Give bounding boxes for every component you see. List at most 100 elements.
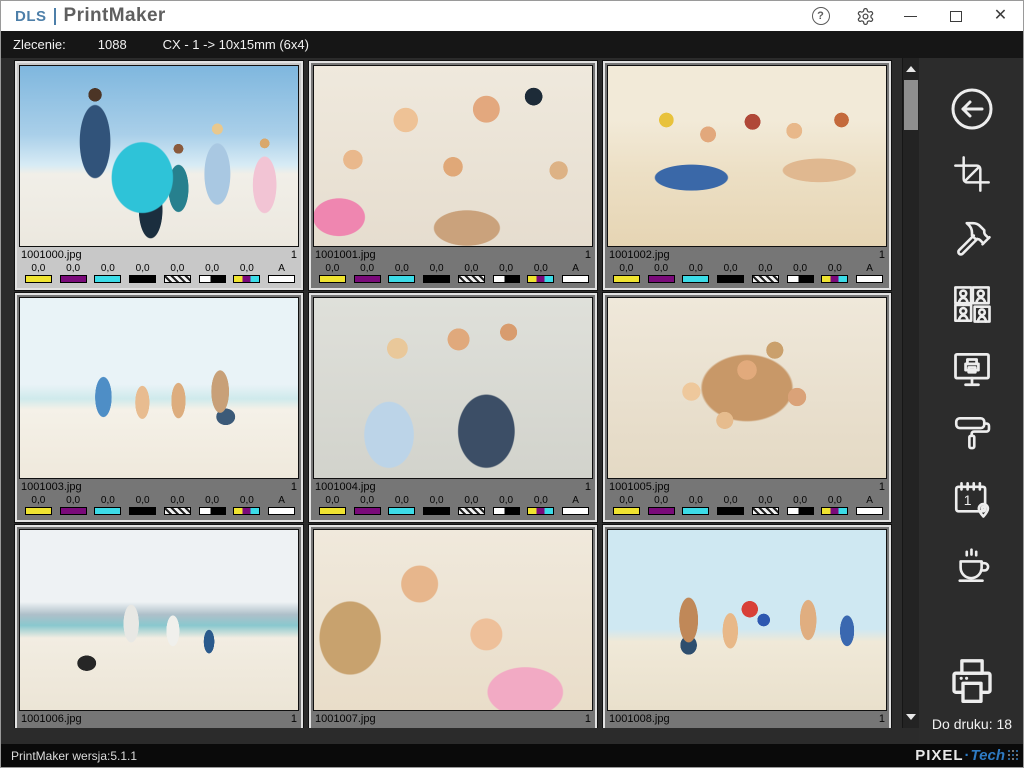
minimize-button[interactable] xyxy=(888,1,933,31)
photo-cell[interactable]: 1001008.jpg 1 0,00,00,00,00,00,00,0A xyxy=(603,525,891,728)
calendar-pin-icon: 1 xyxy=(951,478,993,520)
photo-thumbnail[interactable] xyxy=(19,529,299,711)
logo-dash: · xyxy=(965,747,970,764)
channel-value: 0,0 xyxy=(350,494,385,506)
crop-button[interactable] xyxy=(940,147,1004,201)
photo-cell[interactable]: 1001002.jpg 1 0,00,00,00,00,00,00,0A xyxy=(603,61,891,290)
photo-thumbnail[interactable] xyxy=(313,297,593,479)
help-icon: ? xyxy=(812,7,830,25)
photo-thumbnail[interactable] xyxy=(313,65,593,247)
channel-value: 0,0 xyxy=(748,262,783,274)
channel-value: 0,0 xyxy=(195,262,230,274)
app-logo: DLS PrintMaker xyxy=(1,5,166,27)
channel-value: 0,0 xyxy=(385,494,420,506)
calendar-day-badge: 1 xyxy=(964,492,972,508)
photo-grid: 1001000.jpg 1 0,00,00,00,00,00,00,0A 100… xyxy=(1,58,902,728)
photo-caption: 1001004.jpg 1 xyxy=(313,479,593,494)
scrollbar-thumb[interactable] xyxy=(904,80,918,130)
scroll-down-button[interactable] xyxy=(903,708,919,726)
print-preview-button[interactable] xyxy=(940,342,1004,396)
thumbnail-viewport: 1001000.jpg 1 0,00,00,00,00,00,00,0A 100… xyxy=(1,58,902,728)
channel-value: 0,0 xyxy=(818,262,853,274)
back-button[interactable] xyxy=(940,82,1004,136)
photo-filename: 1001003.jpg xyxy=(21,481,291,493)
channel-bar-bw xyxy=(787,507,814,515)
job-label: Zlecenie: xyxy=(13,37,66,52)
channel-bar-hatch xyxy=(458,275,485,283)
channel-values: 0,00,00,00,00,00,00,0A xyxy=(19,262,299,274)
channel-values: 0,00,00,00,00,00,00,0A xyxy=(313,726,593,728)
settings-button[interactable] xyxy=(843,1,888,31)
job-bar: Zlecenie: 1088 CX - 1 -> 10x15mm (6x4) xyxy=(1,31,1023,58)
channel-bar-yellow xyxy=(319,275,346,283)
channel-bars xyxy=(19,506,299,516)
calendar-button[interactable]: 1 xyxy=(940,472,1004,526)
help-button[interactable]: ? xyxy=(798,1,843,31)
channel-value: 0,0 xyxy=(350,726,385,728)
job-number: 1088 xyxy=(98,37,127,52)
photo-thumbnail[interactable] xyxy=(19,297,299,479)
maximize-icon xyxy=(950,11,962,22)
photo-copy-count: 1 xyxy=(585,481,591,493)
photo-cell[interactable]: 1001005.jpg 1 0,00,00,00,00,00,00,0A xyxy=(603,293,891,522)
channel-bar-black xyxy=(717,275,744,283)
printmaker-window: DLS PrintMaker ? ✕ xyxy=(0,0,1024,768)
channel-value: 0,0 xyxy=(160,494,195,506)
channel-bar-cyan xyxy=(388,275,415,283)
channel-bar-auto xyxy=(562,275,589,283)
print-queue-button[interactable]: Do druku: 18 xyxy=(919,654,1024,732)
photo-cell[interactable]: 1001001.jpg 1 0,00,00,00,00,00,00,0A xyxy=(309,61,597,290)
channel-bar-auto xyxy=(268,275,295,283)
channel-bar-ymc xyxy=(821,507,848,515)
channel-value: 0,0 xyxy=(315,262,350,274)
photo-copy-count: 1 xyxy=(291,249,297,261)
channel-bar-cyan xyxy=(682,275,709,283)
channel-bar-bw xyxy=(199,275,226,283)
channel-value: 0,0 xyxy=(524,726,559,728)
channel-values: 0,00,00,00,00,00,00,0A xyxy=(607,494,887,506)
background-button[interactable] xyxy=(940,407,1004,461)
channel-value: 0,0 xyxy=(91,726,126,728)
arrow-left-circle-icon xyxy=(948,85,996,133)
channel-value: 0,0 xyxy=(489,262,524,274)
scroll-up-button[interactable] xyxy=(903,60,919,78)
channel-value: A xyxy=(558,262,593,274)
photo-cell[interactable]: 1001003.jpg 1 0,00,00,00,00,00,00,0A xyxy=(15,293,303,522)
channel-value: 0,0 xyxy=(315,494,350,506)
channel-value: 0,0 xyxy=(91,494,126,506)
channel-value: 0,0 xyxy=(524,494,559,506)
channel-bar-ymc xyxy=(233,275,260,283)
maximize-button[interactable] xyxy=(933,1,978,31)
photo-copy-count: 1 xyxy=(879,481,885,493)
channel-bar-hatch xyxy=(164,275,191,283)
channel-value: A xyxy=(264,262,299,274)
photo-copy-count: 1 xyxy=(585,713,591,725)
channel-bar-yellow xyxy=(613,507,640,515)
photo-thumbnail[interactable] xyxy=(313,529,593,711)
channel-value: 0,0 xyxy=(644,494,679,506)
vertical-scrollbar[interactable] xyxy=(902,58,919,728)
photo-thumbnail[interactable] xyxy=(607,297,887,479)
window-controls: ? ✕ xyxy=(798,1,1023,31)
photo-cell[interactable]: 1001007.jpg 1 0,00,00,00,00,00,00,0A xyxy=(309,525,597,728)
channel-bar-black xyxy=(129,507,156,515)
pixel-tech-logo: PIXEL · Tech xyxy=(915,747,1019,764)
channel-value: 0,0 xyxy=(160,726,195,728)
printer-icon xyxy=(945,654,999,708)
channel-value: 0,0 xyxy=(230,494,265,506)
break-button[interactable] xyxy=(940,537,1004,591)
photo-cell[interactable]: 1001004.jpg 1 0,00,00,00,00,00,00,0A xyxy=(309,293,597,522)
channel-bar-auto xyxy=(856,507,883,515)
photo-caption: 1001007.jpg 1 xyxy=(313,711,593,726)
id-photos-button[interactable] xyxy=(940,277,1004,331)
retouch-button[interactable] xyxy=(940,212,1004,266)
photo-thumbnail[interactable] xyxy=(607,65,887,247)
photo-cell[interactable]: 1001000.jpg 1 0,00,00,00,00,00,00,0A xyxy=(15,61,303,290)
brand-separator xyxy=(54,8,56,25)
photo-thumbnail[interactable] xyxy=(19,65,299,247)
close-button[interactable]: ✕ xyxy=(978,1,1023,31)
photo-cell[interactable]: 1001006.jpg 1 0,00,00,00,00,00,00,0A xyxy=(15,525,303,728)
photo-thumbnail[interactable] xyxy=(607,529,887,711)
channel-bar-bw xyxy=(493,275,520,283)
channel-bar-magenta xyxy=(60,275,87,283)
